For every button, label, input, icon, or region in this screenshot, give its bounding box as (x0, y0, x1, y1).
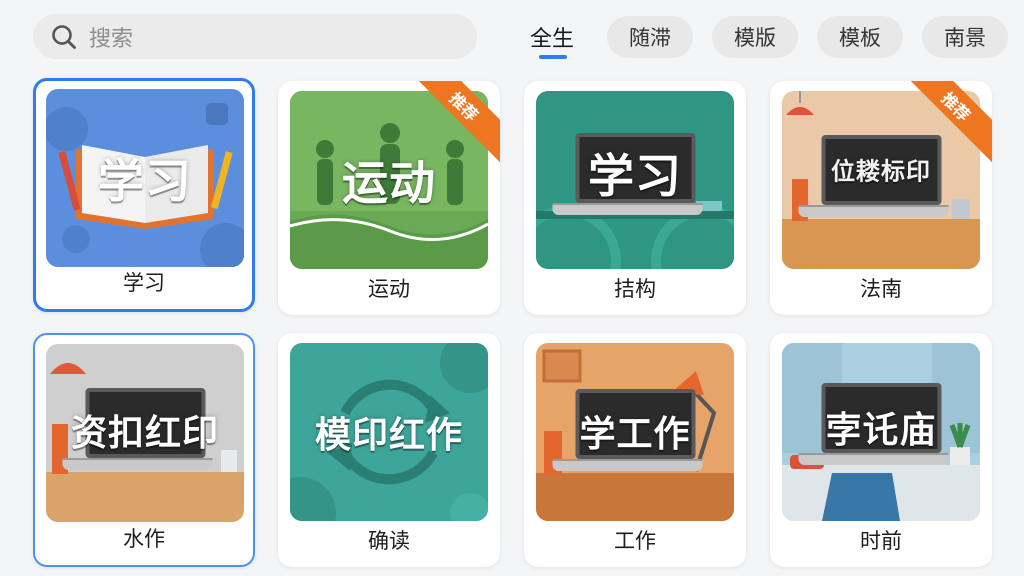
tab-pill-2[interactable]: 模版 (712, 15, 798, 58)
thumbnail-title: 资扣红印 (70, 413, 219, 454)
thumbnail-title: 学工作 (579, 414, 691, 455)
template-thumbnail: 资扣红印 (46, 344, 244, 522)
template-card[interactable]: 位耧标印 推荐 法南 (770, 81, 992, 315)
template-thumbnail: 学习 (536, 91, 734, 269)
card-label: 拮构 (614, 277, 656, 301)
card-label: 学习 (123, 271, 165, 295)
tab-pill-1[interactable]: 随滞 (607, 15, 693, 58)
template-card[interactable]: 学习 学习 (33, 78, 255, 312)
tab-pill-3[interactable]: 模板 (817, 15, 903, 58)
card-label: 时前 (860, 529, 902, 553)
template-card[interactable]: 孛讬庙 时前 (770, 333, 992, 567)
active-tab-indicator (539, 55, 567, 59)
category-tabs: 全生 随滞 模版 模板 南景 (516, 14, 1008, 59)
template-thumbnail: 学习 (46, 89, 244, 267)
template-card[interactable]: 运动 推荐 运动 (278, 81, 500, 315)
thumbnail-title: 模印红作 (314, 415, 463, 456)
tab-pill-4[interactable]: 南景 (922, 15, 1008, 58)
template-card[interactable]: 学习 拮构 (524, 81, 746, 315)
card-label: 运动 (368, 277, 410, 301)
thumbnail-title: 运动 (342, 156, 436, 210)
search-input[interactable]: 搜索 (89, 21, 133, 53)
template-thumbnail: 学工作 (536, 343, 734, 521)
thumbnail-title: 学习 (98, 154, 192, 208)
tab-all-label: 全生 (529, 26, 574, 52)
card-label: 确读 (368, 529, 410, 553)
search-bar[interactable]: 搜索 (33, 14, 477, 59)
card-label: 水作 (123, 527, 165, 551)
search-icon (51, 24, 77, 50)
thumbnail-title: 位耧标印 (831, 157, 931, 186)
template-thumbnail: 孛讬庙 (782, 343, 980, 521)
template-thumbnail: 模印红作 (290, 343, 488, 521)
thumbnail-title: 孛讬庙 (825, 410, 937, 451)
template-card[interactable]: 学工作 工作 (524, 333, 746, 567)
template-card[interactable]: 模印红作 确读 (278, 333, 500, 567)
tab-all[interactable]: 全生 (516, 14, 588, 59)
thumbnail-title: 学习 (588, 149, 682, 203)
card-label: 工作 (614, 529, 656, 553)
template-card[interactable]: 资扣红印 水作 (33, 333, 255, 567)
card-label: 法南 (860, 277, 902, 301)
